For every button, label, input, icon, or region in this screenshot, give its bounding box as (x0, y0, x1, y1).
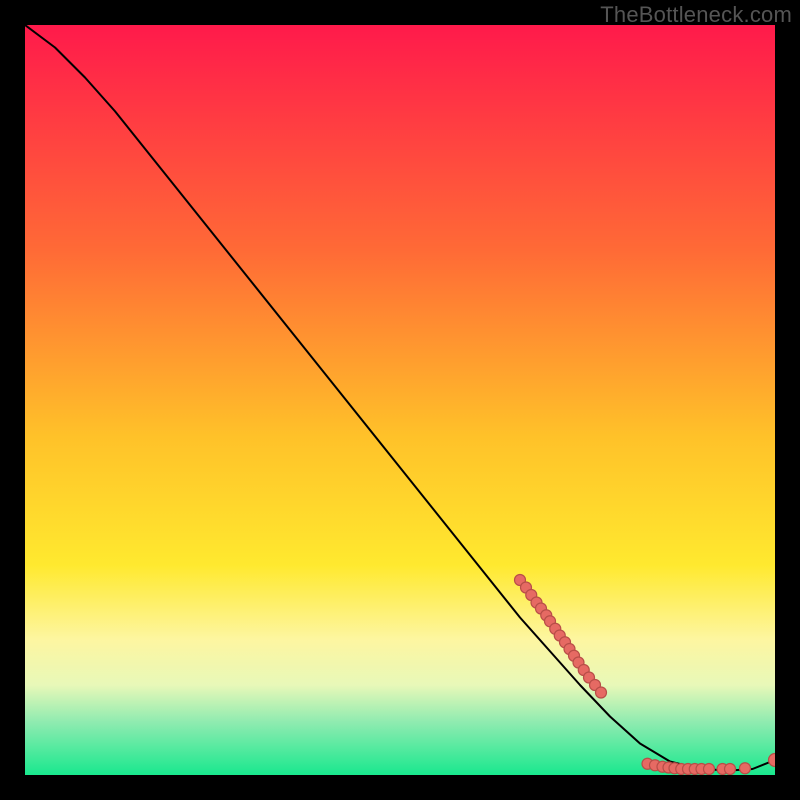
chart-container: TheBottleneck.com (0, 0, 800, 800)
chart-svg (25, 25, 775, 775)
plot-area (25, 25, 775, 775)
gradient-background (25, 25, 775, 775)
data-point (740, 763, 751, 774)
watermark-text: TheBottleneck.com (600, 2, 792, 28)
data-point (704, 764, 715, 775)
data-point (725, 764, 736, 775)
data-point (596, 687, 607, 698)
